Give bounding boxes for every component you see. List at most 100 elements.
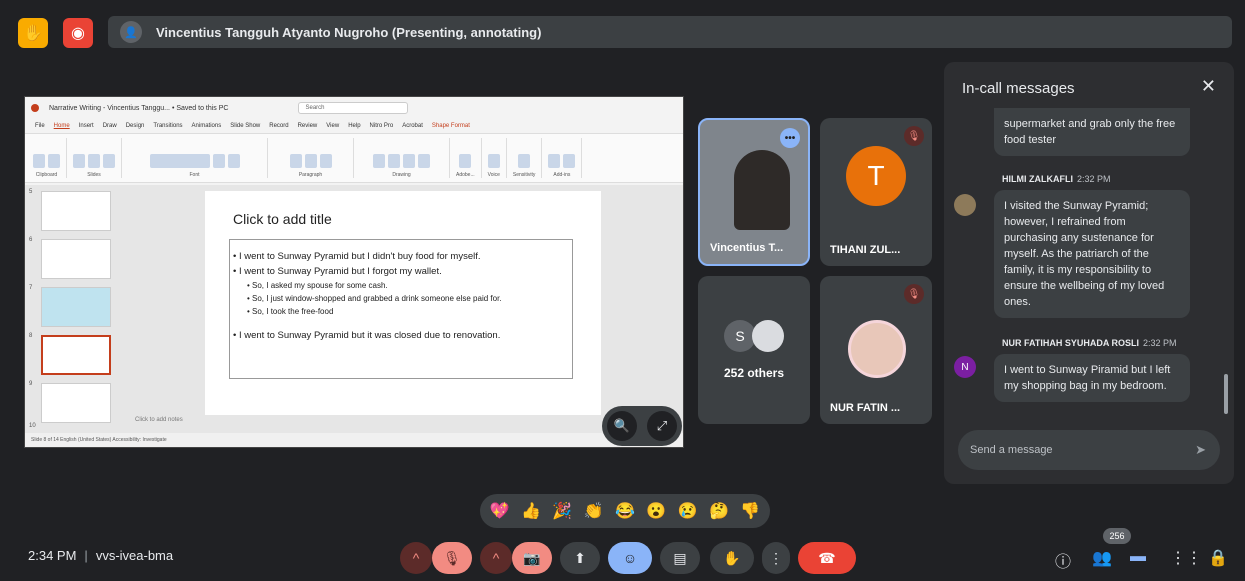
participant-name: NUR FATIN ... [830, 402, 901, 414]
sub-bullet: • So, I asked my spouse for some cash. [247, 281, 388, 290]
bullet: • I went to Sunway Pyramid but I didn't … [233, 251, 481, 262]
muted-mic-icon: 🎙 [904, 284, 924, 304]
slide-thumbnail[interactable] [41, 239, 111, 279]
hand-raise-indicator-icon[interactable]: ✋ [18, 18, 48, 48]
menu-review[interactable]: Review [298, 123, 318, 129]
muted-mic-icon: 🎙 [904, 126, 924, 146]
panel-title: In-call messages [962, 80, 1075, 97]
status-bar: Slide 8 of 14 English (United States) Ac… [25, 433, 683, 447]
sub-bullet: • So, I just window-shopped and grabbed … [247, 294, 502, 303]
participant-tile-others[interactable]: S 252 others [698, 276, 810, 424]
chat-message: supermarket and grab only the free food … [994, 108, 1190, 156]
recording-icon[interactable]: ◉ [63, 18, 93, 48]
present-screen-button[interactable]: ⬆ [560, 542, 600, 574]
raise-hand-button[interactable]: ✋ [710, 542, 754, 574]
thumb-number: 6 [29, 237, 33, 243]
reaction-party[interactable]: 🎉 [552, 501, 572, 521]
menu-view[interactable]: View [326, 123, 339, 129]
menu-slide-show[interactable]: Slide Show [230, 123, 260, 129]
meeting-details-icon[interactable]: ⓘ [1055, 548, 1071, 572]
slide-title[interactable]: Click to add title [233, 211, 332, 227]
close-icon[interactable]: ✕ [1201, 76, 1216, 97]
thumb-number: 10 [29, 423, 36, 429]
menu-home[interactable]: Home [54, 123, 70, 129]
menu-animations[interactable]: Animations [192, 123, 222, 129]
camera-options-chevron-icon[interactable]: ^ [480, 542, 512, 574]
participant-video [734, 150, 790, 230]
menu-nitro[interactable]: Nitro Pro [370, 123, 394, 129]
reaction-laugh[interactable]: 😂 [615, 501, 635, 521]
reaction-thinking[interactable]: 🤔 [709, 501, 729, 521]
activities-icon[interactable]: ⋮⋮ [1170, 548, 1202, 568]
ribbon-group-font: Font [128, 138, 268, 178]
thumb-number: 7 [29, 285, 33, 291]
menu-insert[interactable]: Insert [79, 123, 94, 129]
ribbon-group-slides: Slides [73, 138, 122, 178]
participant-count-badge: 256 [1103, 528, 1131, 544]
scrollbar[interactable] [1224, 374, 1228, 414]
menu-help[interactable]: Help [348, 123, 360, 129]
participant-tile-vincentius[interactable]: ••• Vincentius T... [698, 118, 810, 266]
zoom-in-icon[interactable]: 🔍 [607, 411, 637, 441]
ribbon-group-addins: Add-ins [548, 138, 583, 178]
captions-button[interactable]: ▤ [660, 542, 700, 574]
leave-call-button[interactable]: ☎ [798, 542, 856, 574]
ribbon-group-voice: Voice [488, 138, 507, 178]
search-box[interactable]: Search [298, 102, 409, 114]
mic-off-button[interactable]: 🎙 [432, 542, 472, 574]
camera-off-button[interactable]: 📷 [512, 542, 552, 574]
window-title: Narrative Writing - Vincentius Tanggu...… [49, 104, 229, 112]
powerpoint-logo-icon [31, 104, 39, 112]
send-icon[interactable]: ➤ [1195, 442, 1206, 458]
emoji-reactions-button[interactable]: ☺ [608, 542, 652, 574]
reaction-surprised[interactable]: 😮 [646, 501, 666, 521]
menu-acrobat[interactable]: Acrobat [402, 123, 423, 129]
more-options-icon[interactable]: ••• [780, 128, 800, 148]
powerpoint-title-bar: Narrative Writing - Vincentius Tanggu...… [25, 97, 683, 119]
in-call-messages-panel: In-call messages ✕ supermarket and grab … [944, 62, 1234, 484]
reaction-sad[interactable]: 😢 [678, 501, 698, 521]
message-meta: HILMI ZALKAFLI 2:32 PM [1002, 174, 1111, 184]
host-controls-lock-icon[interactable]: 🔒 [1208, 548, 1228, 568]
presenter-banner: 👤 Vincentius Tangguh Atyanto Nugroho (Pr… [108, 16, 1232, 48]
slide-body[interactable]: • I went to Sunway Pyramid but I didn't … [233, 249, 502, 343]
ribbon-group-sensitivity: Sensitivity [513, 138, 543, 178]
slide-thumbnail[interactable] [41, 383, 111, 423]
notes-pane[interactable]: Click to add notes [135, 417, 183, 423]
thumb-number: 9 [29, 381, 33, 387]
thumb-number: 8 [29, 333, 33, 339]
menu-file[interactable]: File [35, 123, 45, 129]
bullet: • I went to Sunway Pyramid but I forgot … [233, 266, 442, 277]
mic-options-chevron-icon[interactable]: ^ [400, 542, 432, 574]
presenter-name: Vincentius Tangguh Atyanto Nugroho (Pres… [156, 24, 542, 40]
chat-icon[interactable]: ▬ [1130, 548, 1146, 566]
slide-thumbnails: 5 6 7 8 9 10 [25, 185, 125, 433]
participant-tile-nur[interactable]: 🎙 NUR FATIN ... [820, 276, 932, 424]
slide-thumbnail-selected[interactable] [41, 335, 111, 375]
more-options-button[interactable]: ⋮ [762, 542, 790, 574]
reaction-clap[interactable]: 👏 [584, 501, 604, 521]
slide-thumbnail[interactable] [41, 191, 111, 231]
people-icon[interactable]: 👥 [1092, 548, 1112, 568]
message-input[interactable]: Send a message ➤ [958, 430, 1220, 470]
presenter-avatar: 👤 [120, 21, 142, 43]
participant-name: Vincentius T... [710, 242, 784, 254]
ribbon: Clipboard Slides Font Paragraph Drawing … [25, 133, 683, 183]
participant-tile-tihani[interactable]: 🎙 T TIHANI ZUL... [820, 118, 932, 266]
menu-shape-format[interactable]: Shape Format [432, 123, 470, 129]
meeting-info: 2:34 PM | vvs-ivea-bma [28, 548, 174, 563]
sub-bullet: • So, I took the free-food [247, 307, 334, 316]
menu-transitions[interactable]: Transitions [153, 123, 182, 129]
reaction-thumbs-down[interactable]: 👎 [740, 501, 760, 521]
menu-draw[interactable]: Draw [103, 123, 117, 129]
reaction-thumbs-up[interactable]: 👍 [521, 501, 541, 521]
slide-thumbnail[interactable] [41, 287, 111, 327]
message-meta: NUR FATIHAH SYUHADA ROSLI 2:32 PM [1002, 338, 1177, 348]
menu-record[interactable]: Record [269, 123, 288, 129]
thumb-number: 5 [29, 189, 33, 195]
reaction-heart[interactable]: 💖 [490, 501, 510, 521]
menu-design[interactable]: Design [126, 123, 145, 129]
top-bar: ✋ ◉ 👤 Vincentius Tangguh Atyanto Nugroho… [0, 0, 1245, 64]
slide-canvas[interactable]: Click to add title • I went to Sunway Py… [205, 191, 601, 415]
expand-icon[interactable]: ⤢ [647, 411, 677, 441]
